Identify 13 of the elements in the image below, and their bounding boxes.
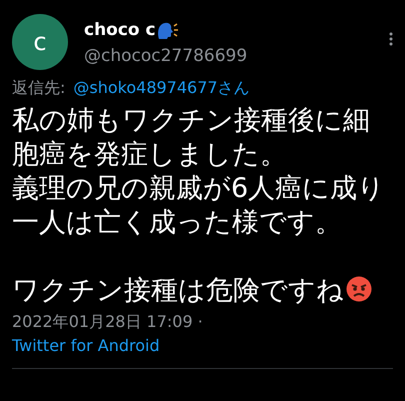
angry-face-icon	[346, 276, 372, 302]
source-link[interactable]: Twitter for Android	[12, 334, 393, 358]
speaking-head-icon	[156, 20, 178, 41]
tweet-text: ワクチン接種は危険ですね	[12, 274, 386, 308]
user-handle[interactable]: @chococ27786699	[84, 44, 373, 69]
avatar: c	[12, 14, 68, 70]
display-name: choco c	[84, 19, 156, 42]
reply-label: 返信先:	[12, 77, 66, 99]
tweet-text: 私の姉もワクチン接種後に細胞癌を発症しました。	[12, 104, 371, 172]
timestamp: 2022年01月28日 17:09 ·	[12, 311, 204, 333]
mention-link[interactable]: @shoko48974677さん	[73, 76, 250, 100]
tweet-text: 義理の兄の親戚が6人癌に成り一人は亡く成った様です。	[12, 172, 386, 240]
more-options-icon[interactable]	[389, 32, 393, 46]
